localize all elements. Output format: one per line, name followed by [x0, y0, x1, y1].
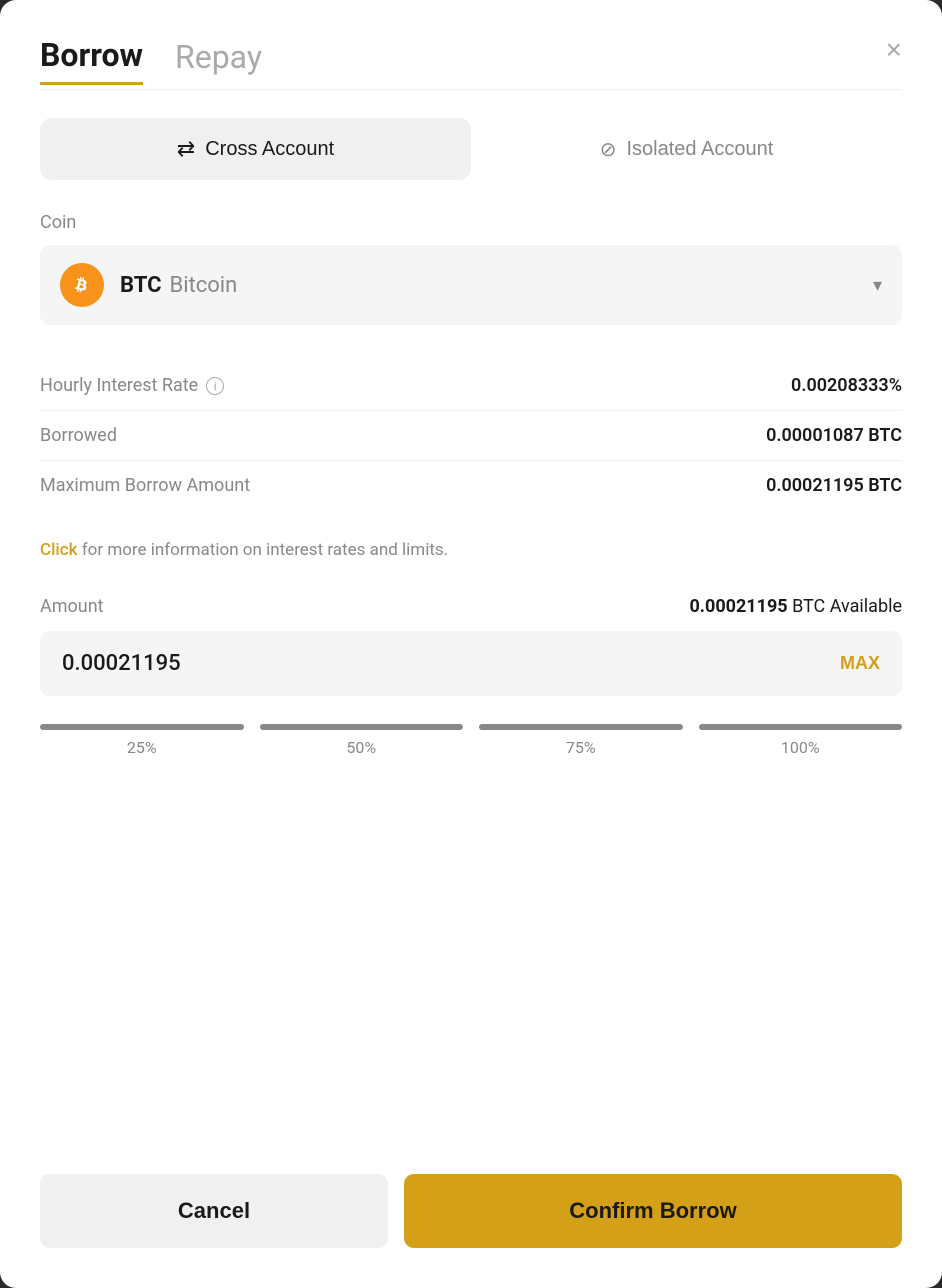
pct-item[interactable]: 25% [40, 724, 244, 757]
isolated-account-button[interactable]: ⊘ Isolated Account [471, 118, 902, 180]
borrowed-value: 0.00001087 BTC [766, 425, 902, 446]
click-link[interactable]: Click [40, 540, 78, 560]
max-borrow-row: Maximum Borrow Amount 0.00021195 BTC [40, 461, 902, 510]
pct-item[interactable]: 100% [699, 724, 903, 757]
pct-label: 100% [781, 738, 820, 757]
borrowed-row: Borrowed 0.00001087 BTC [40, 411, 902, 461]
click-info-text: Click for more information on interest r… [40, 538, 902, 564]
info-icon[interactable]: i [206, 377, 224, 395]
hourly-interest-label: Hourly Interest Rate i [40, 375, 224, 396]
amount-label: Amount [40, 596, 104, 617]
account-toggle: ⇄ Cross Account ⊘ Isolated Account [40, 118, 902, 180]
amount-available-suffix: BTC Available [792, 596, 902, 617]
coin-name: Bitcoin [169, 273, 237, 298]
amount-available: 0.00021195 BTC Available [689, 596, 902, 617]
modal-header: Borrow Repay [40, 36, 902, 85]
cancel-button[interactable]: Cancel [40, 1174, 388, 1248]
chevron-down-icon: ▾ [873, 275, 882, 296]
pct-bar [699, 724, 903, 730]
amount-available-value: 0.00021195 [689, 596, 787, 617]
cross-account-button[interactable]: ⇄ Cross Account [40, 118, 471, 180]
isolated-account-label: Isolated Account [626, 138, 773, 161]
pct-bar [40, 724, 244, 730]
max-borrow-label: Maximum Borrow Amount [40, 475, 250, 496]
amount-input-container: 0.00021195 MAX [40, 631, 902, 696]
borrow-modal: Borrow Repay × ⇄ Cross Account ⊘ Isolate… [0, 0, 942, 1288]
btc-icon [60, 263, 104, 307]
header-divider [40, 89, 902, 90]
cross-account-label: Cross Account [205, 138, 334, 161]
isolated-account-icon: ⊘ [600, 137, 617, 162]
borrowed-label: Borrowed [40, 425, 117, 446]
max-borrow-value: 0.00021195 BTC [766, 475, 902, 496]
pct-bar [479, 724, 683, 730]
pct-item[interactable]: 75% [479, 724, 683, 757]
pct-label: 75% [566, 738, 596, 757]
cross-account-icon: ⇄ [177, 136, 195, 162]
pct-label: 50% [346, 738, 376, 757]
hourly-interest-value: 0.00208333% [791, 375, 902, 396]
percentage-row: 25% 50% 75% 100% [40, 724, 902, 757]
max-button[interactable]: MAX [840, 653, 880, 674]
footer-buttons: Cancel Confirm Borrow [40, 1174, 902, 1248]
coin-section-label: Coin [40, 212, 902, 233]
pct-label: 25% [127, 738, 157, 757]
coin-symbol: BTC [120, 273, 161, 298]
info-section: Hourly Interest Rate i 0.00208333% Borro… [40, 361, 902, 510]
pct-item[interactable]: 50% [260, 724, 464, 757]
pct-bar [260, 724, 464, 730]
tab-repay[interactable]: Repay [175, 38, 262, 84]
amount-input-value[interactable]: 0.00021195 [62, 651, 181, 676]
hourly-interest-row: Hourly Interest Rate i 0.00208333% [40, 361, 902, 411]
confirm-borrow-button[interactable]: Confirm Borrow [404, 1174, 902, 1248]
coin-selector[interactable]: BTC Bitcoin ▾ [40, 245, 902, 325]
close-button[interactable]: × [886, 36, 902, 64]
tab-borrow[interactable]: Borrow [40, 36, 143, 85]
amount-header: Amount 0.00021195 BTC Available [40, 596, 902, 617]
